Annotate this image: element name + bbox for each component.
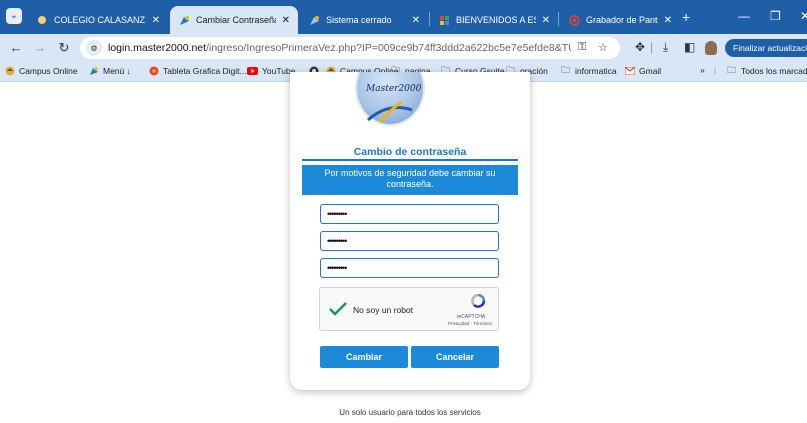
bookmark-all-bookmarks[interactable]: 🗀 Todos los marcadores xyxy=(726,65,807,76)
new-tab-button[interactable]: + xyxy=(682,9,690,25)
new-password-field[interactable]: ••••••••• xyxy=(320,231,499,251)
bookmark-tableta[interactable]: Tableta Grafica Digit... xyxy=(148,65,247,76)
title-underline xyxy=(302,159,518,161)
campus-icon xyxy=(4,65,15,76)
close-tab-icon[interactable]: ✕ xyxy=(152,15,160,26)
tab-sistema-cerrado[interactable]: Sistema cerrado ✕ xyxy=(300,6,428,34)
recaptcha-logo-icon xyxy=(471,294,486,308)
checkmark-icon[interactable] xyxy=(328,301,348,317)
bookmark-star-icon[interactable]: ☆ xyxy=(598,41,608,54)
page-title: Cambio de contraseña xyxy=(353,146,467,158)
tab-bienvenidos[interactable]: BIENVENIDOS A ESTE NUEV ✕ xyxy=(430,6,558,34)
tab-strip: ⌄ COLEGIO CALASANZ LA ES ✕ Cambiar Contr… xyxy=(0,0,807,34)
url-host: login.master2000.net xyxy=(108,42,207,54)
update-button[interactable]: Finalizar actualización xyxy=(725,39,807,57)
url-path: /ingreso/IngresoPrimeraVez.php?IP=009ce9… xyxy=(206,42,572,54)
close-tab-icon[interactable]: ✕ xyxy=(412,15,420,26)
tab-search-button[interactable]: ⌄ xyxy=(6,8,22,24)
bookmarks-divider: | xyxy=(714,65,717,75)
site-info-icon[interactable]: ⚙ xyxy=(86,40,102,56)
bookmark-menu[interactable]: Menú ↓ xyxy=(88,65,131,76)
recaptcha-widget: No soy un robot reCAPTCHA Privacidad - T… xyxy=(319,287,499,331)
tab-title: Cambiar Contraseña xyxy=(196,15,276,25)
master2000-icon xyxy=(178,14,190,26)
master2000-icon xyxy=(88,65,99,76)
close-tab-icon[interactable]: ✕ xyxy=(542,15,550,26)
confirm-password-field[interactable]: ••••••••• xyxy=(320,258,499,278)
current-password-field[interactable]: ••••••••• xyxy=(320,204,499,224)
gmail-icon xyxy=(624,65,635,76)
toolbar-divider: | xyxy=(650,40,654,54)
youtube-icon xyxy=(247,65,258,76)
tablet-icon xyxy=(148,65,159,76)
bookmarks-overflow-chevron[interactable]: » xyxy=(700,65,705,75)
logo-text: Master2000 xyxy=(366,84,422,94)
address-bar[interactable]: ⚙ login.master2000.net /ingreso/IngresoP… xyxy=(80,37,620,59)
bookmark-youtube[interactable]: YouTube xyxy=(247,65,295,76)
reload-button[interactable]: ↻ xyxy=(56,40,72,56)
recorder-icon xyxy=(568,14,580,26)
forward-button[interactable]: → xyxy=(32,40,48,55)
bookmark-colorful-icon xyxy=(438,14,450,26)
bookmark-label: Todos los marcadores xyxy=(741,65,807,76)
bookmark-informatica[interactable]: 🗀 informatica xyxy=(560,65,617,76)
master2000-icon xyxy=(308,14,320,26)
password-key-icon[interactable]: ⚿ xyxy=(578,41,586,54)
recaptcha-brand: reCAPTCHA xyxy=(456,314,486,320)
recaptcha-links[interactable]: Privacidad - Términos xyxy=(442,321,498,326)
browser-toolbar: ← → ↻ ⚙ login.master2000.net /ingreso/In… xyxy=(0,34,807,62)
tab-title: Grabador de Pantalla Gratu xyxy=(586,15,658,25)
bookmark-label: Menú ↓ xyxy=(103,65,131,76)
folder-icon: 🗀 xyxy=(560,64,570,75)
recaptcha-label: No soy un robot xyxy=(353,305,414,315)
bookmark-gmail[interactable]: Gmail xyxy=(624,65,661,76)
change-password-button[interactable]: Cambiar xyxy=(320,346,408,368)
close-tab-icon[interactable]: ✕ xyxy=(282,15,290,26)
tab-title: Sistema cerrado xyxy=(326,15,392,25)
tab-colegio[interactable]: COLEGIO CALASANZ LA ES ✕ xyxy=(28,6,168,34)
profile-avatar[interactable] xyxy=(705,41,717,55)
extensions-icon[interactable]: ✥ xyxy=(635,40,645,54)
bookmark-label: Tableta Grafica Digit... xyxy=(163,65,247,76)
close-tab-icon[interactable]: ✕ xyxy=(664,15,672,26)
tab-cambiar-contrasena[interactable]: Cambiar Contraseña ✕ xyxy=(170,6,298,34)
side-panel-icon[interactable]: ◧ xyxy=(684,40,695,54)
bookmark-label: Campus Online xyxy=(19,65,78,76)
restore-button[interactable]: ❐ xyxy=(770,9,781,23)
back-button[interactable]: ← xyxy=(8,40,24,55)
tab-grabador[interactable]: Grabador de Pantalla Gratu ✕ xyxy=(560,6,680,34)
tab-title: BIENVENIDOS A ESTE NUEV xyxy=(456,15,536,25)
folder-icon: 🗀 xyxy=(726,64,736,75)
bookmark-label: Gmail xyxy=(639,65,662,76)
master2000-logo: Master2000 xyxy=(352,72,428,128)
close-window-button[interactable]: ✕ xyxy=(800,9,807,23)
footer-text: Un solo usuario para todos los servicios xyxy=(339,408,481,417)
tab-title: COLEGIO CALASANZ LA ES xyxy=(54,15,146,25)
bookmark-label: informatica xyxy=(575,65,617,76)
download-icon[interactable]: ⤓ xyxy=(663,40,668,55)
tab-separator xyxy=(558,12,559,26)
minimize-button[interactable]: — xyxy=(738,9,750,23)
cancel-button[interactable]: Cancelar xyxy=(411,346,499,368)
security-notice: Por motivos de seguridad debe cambiar su… xyxy=(302,165,518,195)
bookmark-campus-online[interactable]: Campus Online xyxy=(4,65,78,76)
school-icon xyxy=(36,14,48,26)
